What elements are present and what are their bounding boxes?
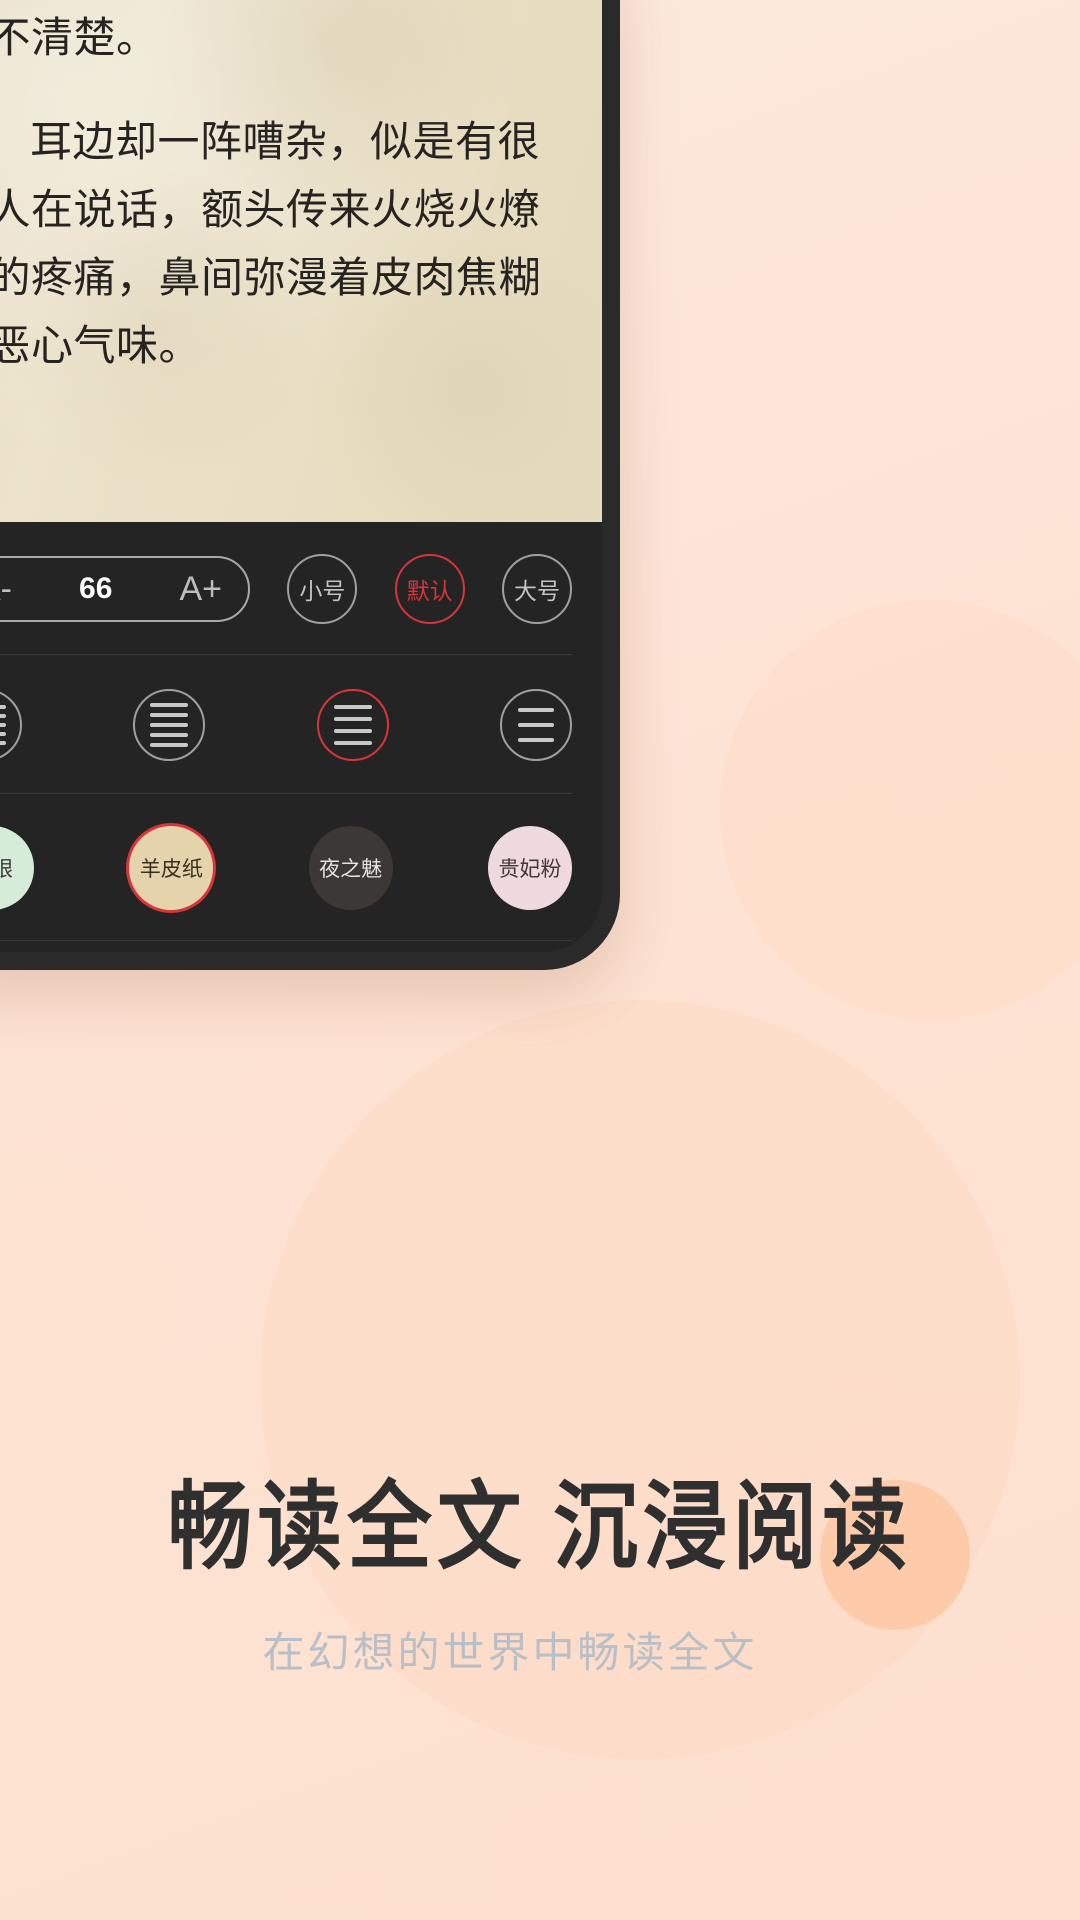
font-preset-large[interactable]: 大号: [501, 554, 572, 624]
line-spacing-compact-button[interactable]: [0, 689, 22, 761]
reader-page[interactable]: 眼前一片模糊血污，什么也看不清楚。 耳边却一阵嘈杂，似是有很多人在说话，额头传来…: [0, 0, 602, 522]
line-spacing-icon: [150, 703, 189, 747]
theme-parchment[interactable]: 羊皮纸: [129, 826, 214, 910]
line-spacing-extra-loose-button[interactable]: [499, 689, 572, 761]
theme-row: 护眼 羊皮纸 夜之魅 贵妃粉: [0, 794, 572, 940]
theme-eye-care[interactable]: 护眼: [0, 826, 34, 910]
book-paragraph: 眼前一片模糊血污，什么也看不清楚。: [0, 14, 159, 62]
page-turn-row: 仿真 覆盖 无: [0, 941, 572, 952]
phone-screen: 眼前一片模糊血污，什么也看不清楚。 耳边却一阵嘈杂，似是有很多人在说话，额头传来…: [0, 0, 602, 952]
line-spacing-icon: [333, 705, 372, 745]
line-spacing-row: [0, 655, 572, 793]
line-spacing-normal-button[interactable]: [133, 689, 206, 761]
decorative-blob-left: [0, 1150, 180, 1450]
font-preset-small[interactable]: 小号: [287, 554, 358, 624]
theme-pink[interactable]: 贵妃粉: [487, 826, 572, 910]
promo-title: 畅读全文 沉浸阅读: [167, 1474, 913, 1581]
line-spacing-icon: [0, 705, 6, 745]
font-size-row: A- 66 A+ 小号 默认 大号: [0, 522, 572, 654]
increase-font-button[interactable]: A+: [179, 570, 222, 609]
decorative-blob-top-right: [720, 600, 1080, 1020]
line-spacing-loose-button[interactable]: [316, 689, 389, 761]
line-spacing-icon: [517, 708, 554, 742]
theme-night[interactable]: 夜之魅: [308, 826, 393, 910]
promo-subtitle: 在幻想的世界中畅读全文: [262, 1629, 758, 1677]
font-size-stepper[interactable]: A- 66 A+: [0, 556, 250, 622]
decrease-font-button[interactable]: A-: [0, 570, 12, 609]
font-size-value: 66: [79, 572, 113, 605]
reader-settings-panel: A- 66 A+ 小号 默认 大号 护眼 羊皮纸 夜之: [0, 522, 602, 952]
phone-mockup: 眼前一片模糊血污，什么也看不清楚。 耳边却一阵嘈杂，似是有很多人在说话，额头传来…: [0, 0, 620, 970]
promo-section: 畅读全文 沉浸阅读 在幻想的世界中畅读全文: [0, 1470, 1080, 1680]
book-paragraph: 耳边却一阵嘈杂，似是有很多人在说话，额头传来火烧火燎般的疼痛，鼻间弥漫着皮肉焦糊…: [0, 118, 542, 370]
font-preset-default[interactable]: 默认: [394, 554, 465, 624]
